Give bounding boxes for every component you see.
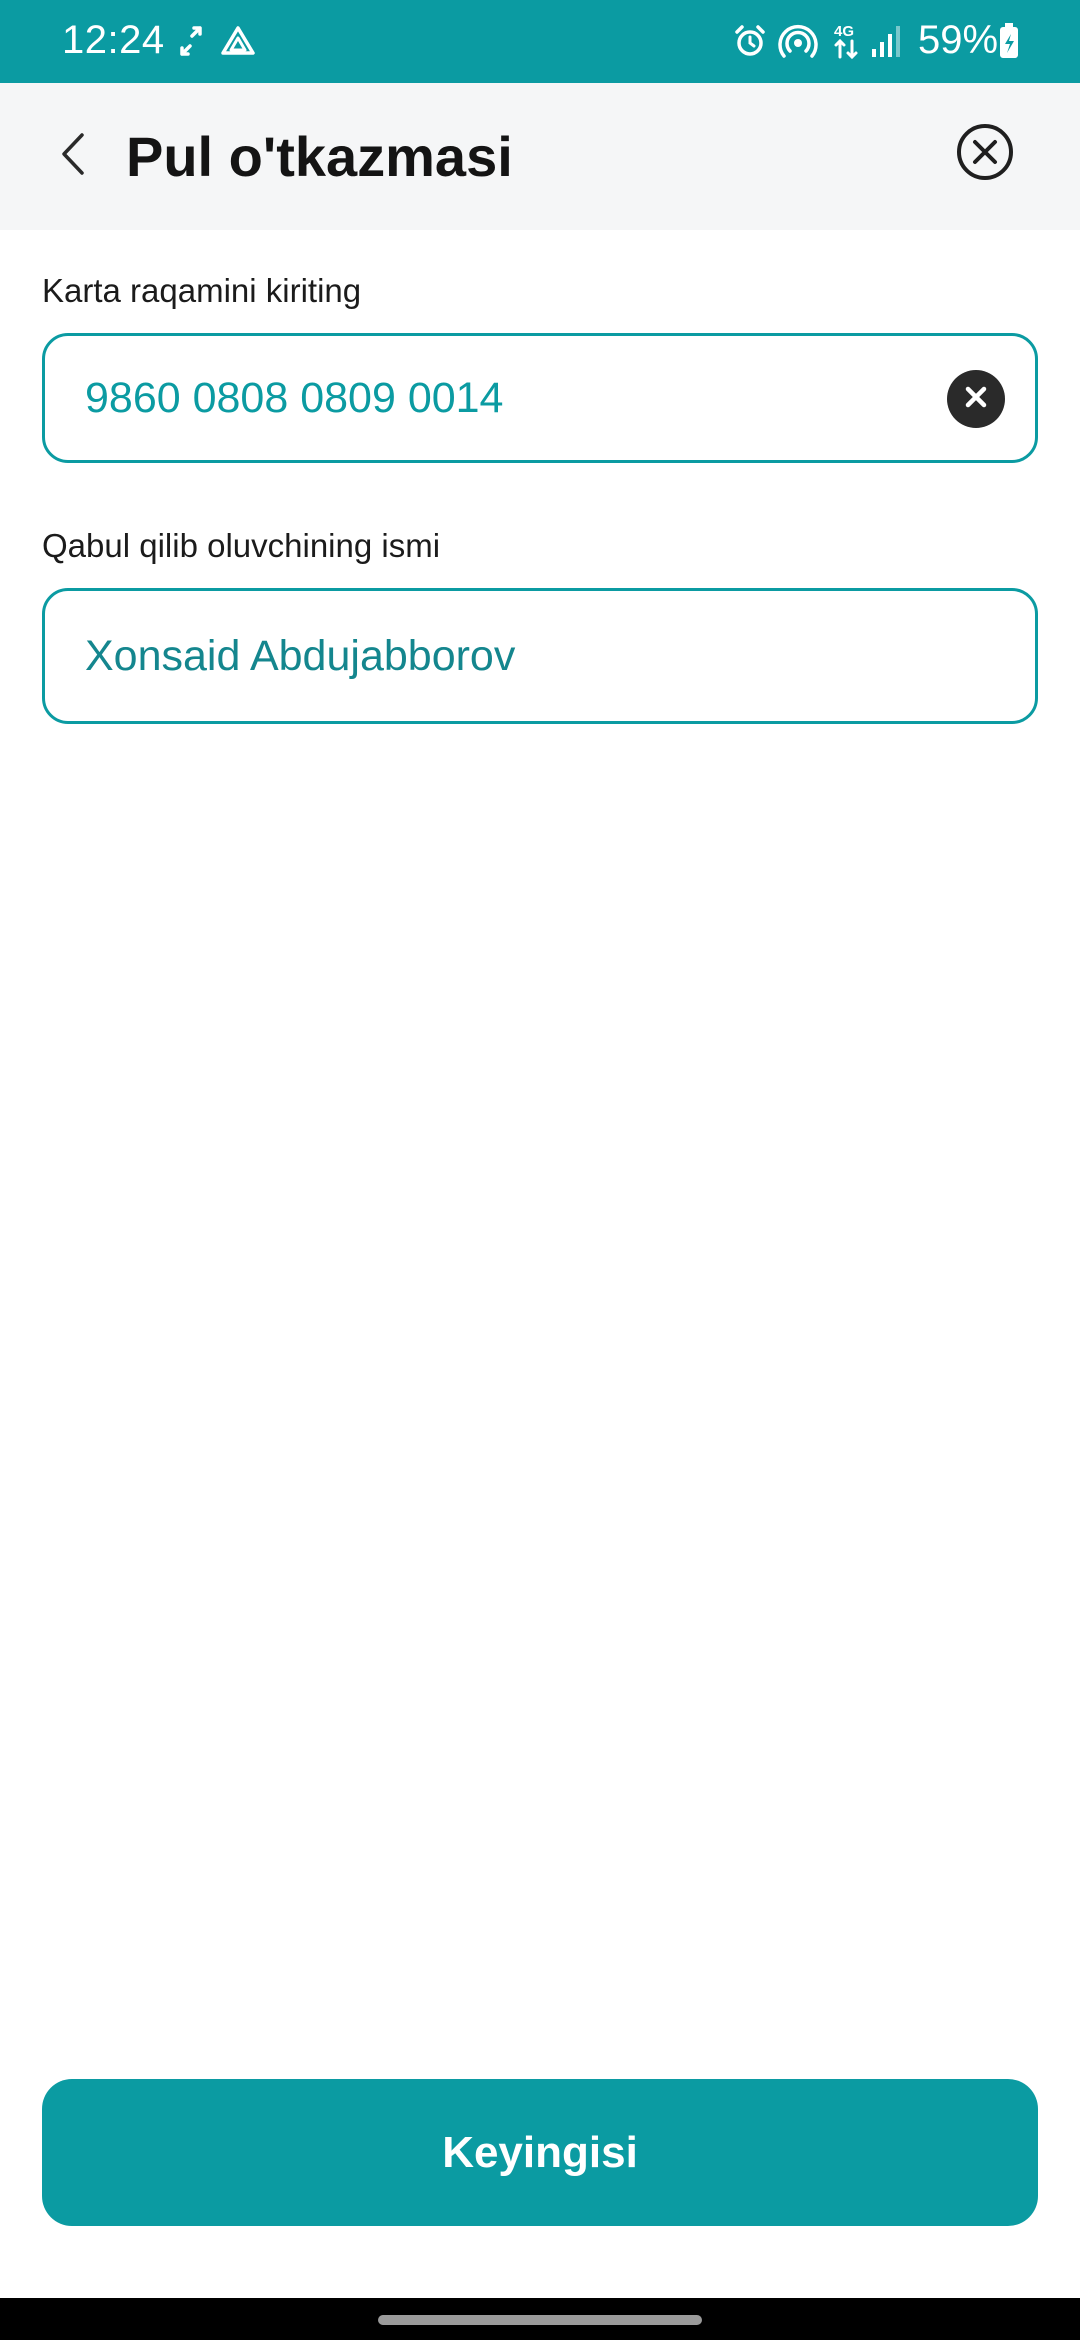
battery-charging-icon: [998, 18, 1020, 64]
recipient-name-field[interactable]: Xonsaid Abdujabborov: [42, 588, 1038, 724]
recipient-name-label: Qabul qilib oluvchining ismi: [42, 527, 441, 564]
card-number-label: Karta raqamini kiriting: [42, 272, 362, 309]
close-button[interactable]: [954, 123, 1016, 185]
close-circle-icon: [955, 122, 1015, 187]
recipient-name-value: Xonsaid Abdujabborov: [85, 632, 516, 680]
card-number-field[interactable]: 9860 0808 0809 0014: [42, 333, 1038, 463]
drive-icon: [220, 18, 256, 64]
screen: 12:24 4G 59% Pul o'tkazmasi Karta raqami…: [0, 0, 1080, 2340]
clear-icon: [962, 383, 990, 416]
network-4g-icon: 4G: [832, 18, 862, 64]
alarm-icon: [732, 18, 768, 64]
sync-arrows-icon: [178, 18, 204, 64]
hotspot-icon: [778, 18, 818, 64]
next-button-label: Keyingisi: [442, 2127, 638, 2177]
network-4g-label: 4G: [834, 23, 854, 40]
app-header: Pul o'tkazmasi: [0, 83, 1080, 230]
status-time: 12:24: [62, 18, 165, 62]
navigation-bar: [0, 2298, 1080, 2340]
card-number-value: 9860 0808 0809 0014: [85, 374, 504, 422]
chevron-left-icon: [58, 131, 88, 182]
next-button[interactable]: Keyingisi: [42, 2079, 1038, 2226]
status-bar: 12:24 4G 59%: [0, 0, 1080, 83]
battery-percent: 59%: [918, 18, 999, 62]
back-button[interactable]: [36, 119, 110, 193]
signal-icon: [870, 18, 904, 64]
clear-card-number-button[interactable]: [947, 370, 1005, 428]
page-title: Pul o'tkazmasi: [126, 125, 513, 188]
home-gesture-handle[interactable]: [378, 2315, 702, 2325]
